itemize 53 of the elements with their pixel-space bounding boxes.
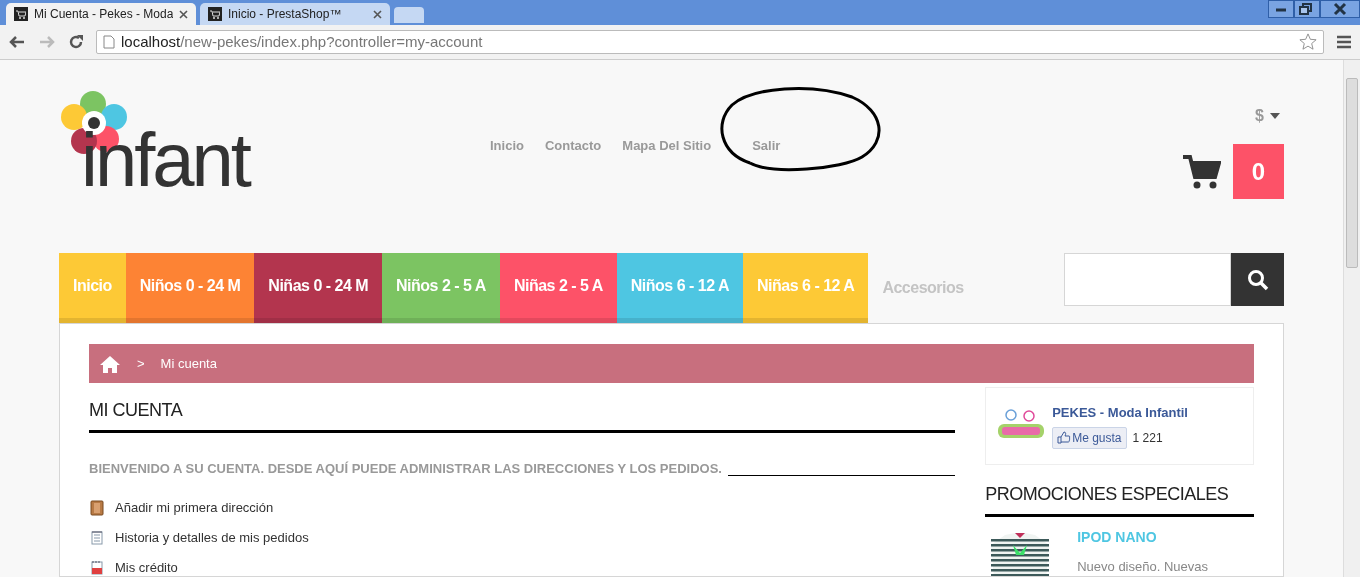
- caret-icon: [1270, 113, 1280, 119]
- search-field[interactable]: [1064, 253, 1231, 306]
- page-name-link[interactable]: PEKES - Moda Infantil: [1052, 403, 1188, 423]
- product-description: Nuevo diseño. Nuevas: [1077, 558, 1209, 576]
- header-link[interactable]: Inicio: [490, 137, 524, 153]
- browser-tab[interactable]: Mi Cuenta - Pekes - Moda: [6, 3, 196, 25]
- url-text: localhost/new-pekes/index.php?controller=my-account: [121, 31, 484, 52]
- search-icon: [1246, 268, 1269, 291]
- page-icon: [103, 35, 115, 49]
- menu-icon[interactable]: [1336, 35, 1352, 49]
- logo-text: infant: [81, 119, 249, 200]
- menu-item[interactable]: Inicio: [59, 253, 126, 323]
- menu-item[interactable]: Niños 2 - 5 A: [382, 253, 500, 323]
- close-icon[interactable]: [1320, 0, 1360, 18]
- reload-icon[interactable]: [68, 34, 84, 50]
- breadcrumb-separator: >: [137, 354, 145, 373]
- account-link[interactable]: Mis crédito: [115, 558, 178, 576]
- address-bar[interactable]: localhost/new-pekes/index.php?controller=my-account: [96, 30, 1324, 54]
- menu-item[interactable]: Niños 6 - 12 A: [616, 253, 744, 323]
- cart-icon: [208, 7, 222, 21]
- star-icon[interactable]: [1299, 33, 1317, 51]
- restore-icon[interactable]: [1294, 0, 1320, 18]
- cart-count[interactable]: 0: [1233, 144, 1284, 199]
- like-button[interactable]: Me gusta: [1052, 426, 1127, 449]
- browser-tab[interactable]: Inicio - PrestaShop™: [200, 3, 390, 25]
- home-icon[interactable]: [99, 354, 121, 373]
- welcome-text: BIENVENIDO A SU CUENTA. DESDE AQUÍ PUEDE ADMINISTRAR LAS DIRECCIONES Y LOS PEDIDOS.: [89, 460, 722, 478]
- close-icon[interactable]: [179, 9, 188, 19]
- cart-icon: [14, 7, 28, 21]
- header-link[interactable]: Salir: [752, 137, 781, 153]
- back-icon[interactable]: [8, 35, 26, 49]
- header-link[interactable]: Mapa Del Sitio: [622, 137, 712, 153]
- search-button[interactable]: [1231, 253, 1284, 306]
- menu-item[interactable]: Niñas 0 - 24 M: [254, 253, 383, 323]
- menu-item[interactable]: Niños 0 - 24 M: [125, 253, 255, 323]
- cart-icon[interactable]: [1183, 154, 1221, 189]
- thumbs-up-icon: [1057, 431, 1072, 445]
- account-link[interactable]: Historia y detalles de mis pedidos: [115, 528, 309, 547]
- menu-item[interactable]: Niñas 2 - 5 A: [499, 253, 617, 323]
- page-heading: MI CUENTA: [89, 397, 956, 433]
- close-icon[interactable]: [373, 9, 382, 19]
- menu-item[interactable]: Niñas 6 - 12 A: [743, 253, 869, 323]
- like-count: 1 221: [1132, 429, 1163, 447]
- scrollbar[interactable]: [1343, 60, 1360, 577]
- account-link[interactable]: Añadir mi primera dirección: [115, 498, 274, 517]
- address-book-icon: [89, 499, 105, 516]
- header-link[interactable]: Contacto: [544, 137, 602, 153]
- product-title[interactable]: IPOD NANO: [1077, 527, 1238, 548]
- minimize-icon[interactable]: [1268, 0, 1294, 18]
- notepad-icon: [89, 530, 105, 545]
- section-heading: PROMOCIONES ESPECIALES: [985, 481, 1254, 517]
- currency-dropdown[interactable]: $: [1255, 104, 1280, 128]
- breadcrumb-item: Mi cuenta: [160, 354, 217, 373]
